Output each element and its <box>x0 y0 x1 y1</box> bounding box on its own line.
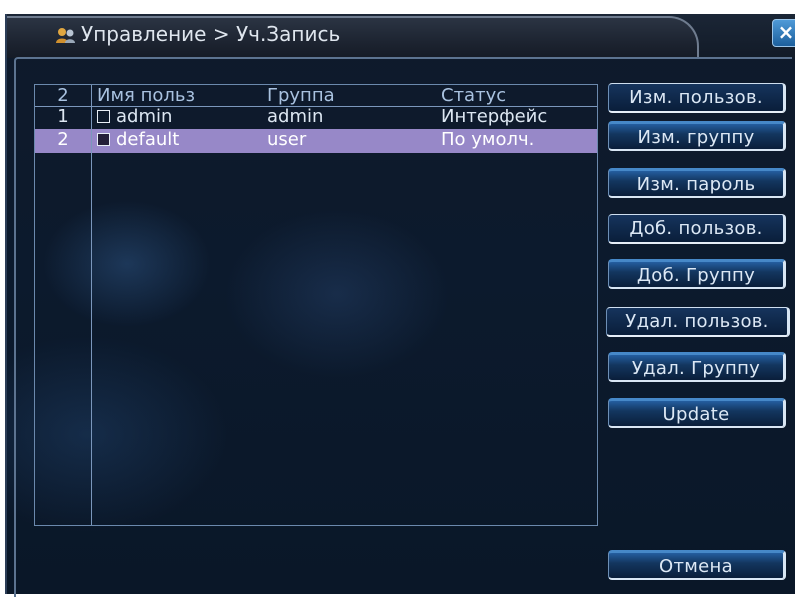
header-group: Группа <box>267 85 335 106</box>
edit-group-button[interactable]: Изм. группу <box>608 121 786 151</box>
row-checkbox[interactable] <box>97 110 110 123</box>
row-group: user <box>267 129 307 150</box>
close-icon: × <box>777 20 795 44</box>
row-group: admin <box>267 106 324 127</box>
user-table: 2 Имя польз Группа Статус 1 admin admin … <box>34 84 598 526</box>
table-row[interactable]: 1 admin admin Интерфейс <box>35 106 597 128</box>
row-status: Интерфейс <box>441 106 548 127</box>
table-row-selected[interactable]: 2 default user По умолч. <box>35 129 597 153</box>
delete-user-button[interactable]: Удал. пользов. <box>606 307 790 337</box>
add-user-button[interactable]: Доб. пользов. <box>608 214 786 244</box>
edit-user-button[interactable]: Изм. пользов. <box>608 83 786 113</box>
delete-group-button[interactable]: Удал. Группу <box>608 352 786 382</box>
header-status: Статус <box>441 85 507 106</box>
title-tab: Управление > Уч.Запись <box>7 16 699 58</box>
title-bar: Управление > Уч.Запись <box>7 14 795 58</box>
username-text: default <box>116 129 180 150</box>
add-group-button[interactable]: Доб. Группу <box>608 259 786 289</box>
username-text: admin <box>116 106 173 127</box>
close-button[interactable]: × <box>772 19 795 47</box>
row-number: 2 <box>57 129 69 150</box>
header-count: 2 <box>57 85 69 106</box>
edit-password-button[interactable]: Изм. пароль <box>608 168 786 198</box>
update-button[interactable]: Update <box>608 398 786 428</box>
row-status: По умолч. <box>441 129 535 150</box>
window-title: Управление > Уч.Запись <box>81 22 341 46</box>
row-username: admin <box>97 106 172 128</box>
row-number: 1 <box>57 106 69 127</box>
user-icon <box>56 28 75 43</box>
column-divider <box>91 85 92 525</box>
row-checkbox[interactable] <box>97 133 110 146</box>
table-header: 2 Имя польз Группа Статус <box>35 85 597 107</box>
header-username: Имя польз <box>97 85 196 106</box>
row-username: default <box>97 129 179 151</box>
cancel-button[interactable]: Отмена <box>608 550 786 580</box>
